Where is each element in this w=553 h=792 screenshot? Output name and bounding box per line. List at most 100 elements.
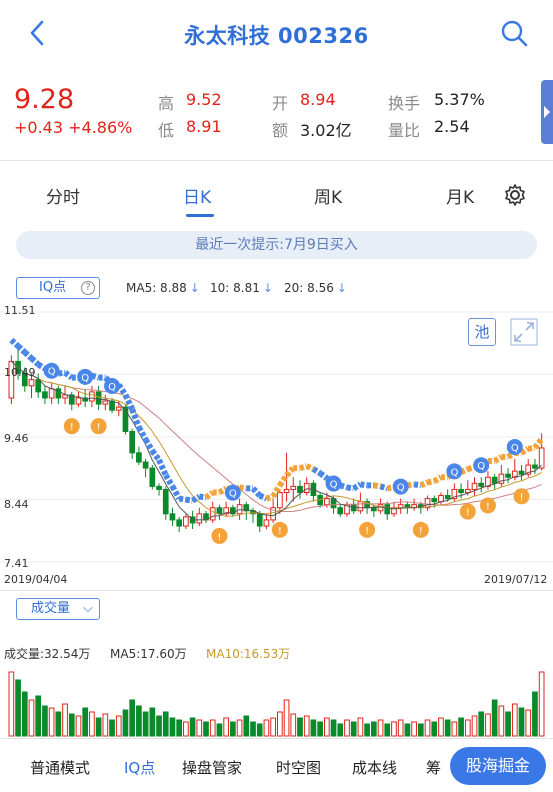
volume-indicator-selector[interactable]: 成交量 ⌵ [16, 598, 100, 620]
iq-alert-marker[interactable]: ! [63, 418, 80, 435]
help-icon[interactable]: ? [81, 281, 95, 295]
candle-down[interactable] [136, 452, 142, 463]
iq-alert-marker[interactable]: ! [271, 521, 288, 538]
iq-q-marker[interactable]: Q [77, 368, 94, 385]
candle-up[interactable] [263, 519, 270, 527]
svg-text:Q: Q [48, 367, 56, 378]
candle-up[interactable] [115, 406, 122, 411]
candle-down[interactable] [337, 507, 344, 515]
volume-bar [35, 695, 42, 737]
candle-up[interactable] [277, 491, 283, 509]
iq-alert-marker[interactable]: ! [513, 488, 530, 505]
ma5-value: MA5: 8.88 ↓ [126, 281, 200, 295]
ma20-text: 20: 8.56 [284, 281, 334, 295]
candle-up[interactable] [196, 513, 203, 524]
candle-down[interactable] [384, 504, 391, 515]
candle-up[interactable] [75, 397, 82, 405]
side-expand-tab[interactable] [541, 80, 553, 144]
iq-alert-marker[interactable]: ! [479, 497, 496, 514]
candle-up[interactable] [209, 507, 216, 521]
gear-icon[interactable] [503, 183, 527, 207]
volume-bar [129, 699, 136, 737]
candle-down[interactable] [169, 513, 176, 521]
toolbar-time-space[interactable]: 时空图 [276, 757, 321, 778]
candle-down[interactable] [216, 507, 223, 515]
svg-text:Q: Q [511, 443, 519, 454]
candle-down[interactable] [518, 470, 525, 475]
candle-down[interactable] [142, 461, 149, 469]
candle-down[interactable] [431, 498, 438, 503]
candle-down[interactable] [129, 431, 136, 454]
candle-up[interactable] [183, 516, 189, 527]
candle-up[interactable] [323, 498, 330, 506]
iq-label: IQ点 [39, 280, 67, 295]
volume-bar [270, 717, 276, 737]
iq-alert-marker[interactable]: ! [90, 418, 107, 435]
candle-down[interactable] [256, 513, 263, 527]
candle-up[interactable] [357, 501, 364, 512]
candle-up[interactable] [471, 482, 478, 490]
candle-up[interactable] [89, 391, 95, 402]
volume-bar [464, 719, 471, 737]
candle-down[interactable] [297, 485, 303, 493]
tab-intraday[interactable]: 分时 [46, 183, 80, 208]
candle-up[interactable] [283, 488, 290, 493]
tab-monthly-k[interactable]: 月K [446, 183, 474, 208]
ma10-line [11, 361, 542, 517]
volume-chart [8, 671, 545, 737]
iq-alert-marker[interactable]: ! [359, 521, 376, 538]
candle-down[interactable] [505, 473, 511, 478]
candle-up[interactable] [48, 388, 55, 399]
candle-down[interactable] [370, 507, 377, 512]
toolbar-iq-point[interactable]: IQ点 [124, 757, 155, 778]
iq-q-marker[interactable]: Q [104, 377, 121, 394]
candle-down[interactable] [162, 488, 169, 515]
iq-q-marker[interactable]: Q [325, 475, 342, 492]
iq-alert-marker[interactable]: ! [459, 503, 476, 520]
candle-down[interactable] [491, 476, 498, 484]
candle-down[interactable] [444, 495, 451, 500]
candle-down[interactable] [42, 391, 48, 399]
candle-up[interactable] [303, 482, 310, 493]
toolbar-chip[interactable]: 筹 [426, 757, 441, 778]
tab-daily-k[interactable]: 日K [183, 183, 211, 208]
candle-down[interactable] [35, 379, 42, 393]
iq-alert-marker[interactable]: ! [211, 527, 228, 544]
candle-up[interactable] [438, 495, 444, 503]
volume-bar [451, 721, 458, 737]
iq-q-marker[interactable]: Q [392, 478, 409, 495]
tab-weekly-k[interactable]: 周K [314, 183, 342, 208]
stock-pool-button[interactable]: 池 [468, 318, 496, 346]
iq-trend-segment [419, 479, 429, 489]
vol-ratio-value: 2.54 [434, 117, 470, 136]
candle-down[interactable] [156, 485, 162, 490]
volume-bar [444, 719, 451, 737]
signal-hint-banner[interactable]: 最近一次提示:7月9日买入 [16, 231, 537, 259]
iq-alert-marker[interactable]: ! [412, 521, 429, 538]
candle-down[interactable] [149, 467, 156, 487]
candle-up[interactable] [102, 400, 109, 405]
stock-mining-button[interactable]: 股海掘金 [450, 747, 546, 785]
candle-up[interactable] [28, 379, 35, 387]
iq-q-marker[interactable]: Q [506, 438, 523, 455]
candle-up[interactable] [538, 447, 545, 469]
toolbar-normal-mode[interactable]: 普通模式 [30, 757, 90, 778]
app-root: 永太科技 002326 9.28 +0.43 +4.86% 高 9.52 低 8… [0, 0, 553, 792]
search-icon[interactable] [499, 18, 529, 48]
iq-q-marker[interactable]: Q [224, 484, 241, 501]
toolbar-cost-line[interactable]: 成本线 [352, 757, 397, 778]
candle-up[interactable] [290, 485, 297, 490]
iq-q-marker[interactable]: Q [43, 362, 60, 379]
iq-indicator-selector[interactable]: IQ点 ? [16, 277, 100, 299]
candle-down[interactable] [176, 519, 183, 527]
candle-down[interactable] [478, 482, 485, 487]
toolbar-trade-manager[interactable]: 操盘管家 [182, 757, 242, 778]
candle-up[interactable] [397, 504, 404, 509]
iq-q-marker[interactable]: Q [473, 457, 490, 474]
iq-q-marker[interactable]: Q [446, 463, 463, 480]
volume-chip-label: 成交量 [31, 601, 71, 616]
candle-down[interactable] [458, 488, 464, 493]
candle-down[interactable] [532, 464, 538, 469]
fullscreen-icon[interactable] [510, 318, 538, 346]
candle-down[interactable] [95, 391, 102, 405]
